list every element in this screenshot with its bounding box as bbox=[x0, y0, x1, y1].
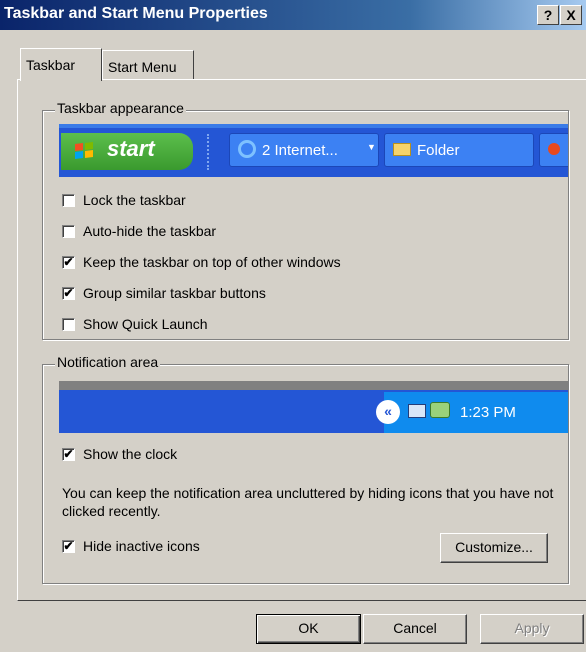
auto-hide-label: Auto-hide the taskbar bbox=[83, 223, 217, 239]
hide-inactive-label: Hide inactive icons bbox=[83, 538, 200, 554]
notification-description: You can keep the notification area unclu… bbox=[62, 485, 554, 519]
notification-area-label: Notification area bbox=[55, 354, 161, 370]
show-clock-checkbox[interactable]: ✔ bbox=[62, 448, 75, 461]
taskbar-item-folder: Folder bbox=[384, 133, 534, 167]
keep-on-top-label: Keep the taskbar on top of other windows bbox=[83, 254, 341, 270]
auto-hide-checkbox[interactable] bbox=[62, 225, 75, 238]
tab-start-menu[interactable]: Start Menu bbox=[102, 50, 194, 80]
quick-launch-checkbox[interactable] bbox=[62, 318, 75, 331]
cancel-button[interactable]: Cancel bbox=[363, 614, 467, 644]
taskbar-appearance-label: Taskbar appearance bbox=[55, 100, 186, 116]
tray-clock: 1:23 PM bbox=[460, 404, 516, 421]
app-icon bbox=[548, 143, 560, 155]
windows-flag-icon bbox=[75, 142, 93, 159]
lock-taskbar-label: Lock the taskbar bbox=[83, 192, 186, 208]
folder-icon bbox=[393, 143, 411, 156]
taskbar-item-internet: 2 Internet... ▼ bbox=[229, 133, 379, 167]
help-button[interactable]: ? bbox=[537, 5, 559, 25]
system-tray-preview: « 1:23 PM bbox=[376, 392, 568, 433]
taskbar-item-internet-label: 2 Internet... bbox=[262, 142, 338, 159]
ok-button[interactable]: OK bbox=[256, 614, 361, 644]
apply-button[interactable]: Apply bbox=[480, 614, 584, 644]
start-button-preview: start bbox=[61, 133, 193, 170]
tab-taskbar[interactable]: Taskbar bbox=[20, 48, 102, 81]
taskbar-item-folder-label: Folder bbox=[417, 142, 460, 159]
notification-preview: « 1:23 PM bbox=[59, 381, 568, 433]
hide-inactive-checkbox[interactable]: ✔ bbox=[62, 540, 75, 553]
keep-on-top-checkbox[interactable]: ✔ bbox=[62, 256, 75, 269]
internet-explorer-icon bbox=[238, 140, 256, 158]
lock-taskbar-checkbox[interactable] bbox=[62, 194, 75, 207]
quick-launch-label: Show Quick Launch bbox=[83, 316, 208, 332]
tray-app-icon bbox=[430, 402, 450, 418]
window-title: Taskbar and Start Menu Properties bbox=[4, 5, 268, 22]
taskbar-preview: start 2 Internet... ▼ Folder bbox=[59, 124, 568, 177]
dropdown-arrow-icon: ▼ bbox=[367, 142, 376, 152]
properties-dialog: Taskbar and Start Menu Properties ? X Ta… bbox=[0, 0, 586, 652]
show-hidden-icons-icon: « bbox=[376, 400, 400, 424]
group-buttons-label: Group similar taskbar buttons bbox=[83, 285, 266, 301]
taskbar-item-partial bbox=[539, 133, 568, 167]
title-bar[interactable]: Taskbar and Start Menu Properties ? X bbox=[0, 0, 586, 30]
close-button[interactable]: X bbox=[560, 5, 582, 25]
show-clock-label: Show the clock bbox=[83, 446, 178, 462]
customize-button[interactable]: Customize... bbox=[440, 533, 548, 563]
group-buttons-checkbox[interactable]: ✔ bbox=[62, 287, 75, 300]
start-label: start bbox=[107, 136, 155, 161]
network-icon bbox=[408, 404, 426, 418]
taskbar-grip bbox=[207, 134, 213, 170]
